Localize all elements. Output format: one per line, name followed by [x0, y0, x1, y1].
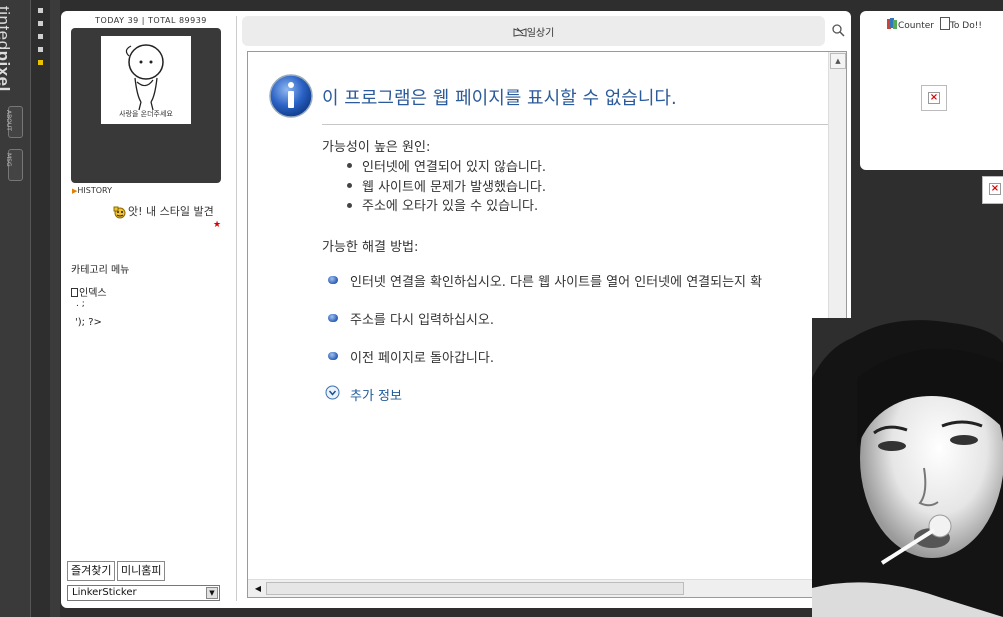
vertical-nav: tintedpixel ABOUT MSG [0, 0, 31, 617]
logo-text-bold: pixel [0, 50, 13, 92]
nav-dot-active[interactable] [38, 60, 43, 65]
nav-tab-about-label: ABOUT [5, 110, 12, 131]
right-widget: Counter To Do!! × [860, 11, 1003, 170]
column-divider [236, 16, 237, 601]
todo-link[interactable]: To Do!! [950, 21, 982, 31]
profile-drawing: 사랑을 온더주세요 [119, 44, 173, 118]
error-page: 이 프로그램은 웹 페이지를 표시할 수 없습니다. 가능성이 높은 원인: 인… [248, 52, 828, 580]
history-link[interactable]: ▶HISTORY [72, 186, 112, 195]
profile-caption: 사랑을 온더주세요 [119, 109, 173, 118]
solutions-heading: 가능한 해결 방법: [322, 240, 419, 255]
sticker-select[interactable]: LinkerSticker ▼ [67, 585, 220, 601]
nav-dot[interactable] [38, 47, 43, 52]
left-sidebar: TODAY 39 | TOTAL 89939 사랑을 온더주세요 ▶HISTOR… [61, 11, 236, 608]
solution-item: 주소를 다시 입력하십시오. [350, 313, 494, 328]
star-icon: ★ [213, 220, 222, 230]
counter-link[interactable]: Counter [898, 21, 934, 31]
site-logo[interactable]: tintedpixel [0, 6, 13, 92]
counter-icon [886, 17, 898, 30]
visitor-counter: TODAY 39 | TOTAL 89939 [95, 16, 207, 25]
mood-status: 앗! 내 스타일 발견 [113, 203, 214, 219]
favorites-button[interactable]: 즐겨찾기 [67, 561, 116, 581]
error-frame: 이 프로그램은 웹 페이지를 표시할 수 없습니다. 가능성이 높은 원인: 인… [247, 51, 847, 598]
sticker-select-value: LinkerSticker [72, 587, 137, 598]
nav-dot[interactable] [38, 21, 43, 26]
logo-text-light: tinted [0, 6, 13, 51]
category-text: . ; [76, 299, 85, 309]
emoticon-icon [113, 206, 128, 219]
error-title: 이 프로그램은 웹 페이지를 표시할 수 없습니다. [322, 88, 677, 109]
broken-image-icon: × [921, 85, 947, 111]
dropdown-arrow-icon[interactable]: ▼ [206, 587, 218, 599]
profile-photo [812, 318, 1003, 617]
category-item-index[interactable]: 인덱스 [71, 284, 107, 299]
side-strip [50, 0, 60, 617]
search-icon[interactable] [831, 22, 845, 37]
scrollbar-thumb[interactable] [266, 582, 684, 595]
blue-bullet-icon [328, 314, 338, 322]
scroll-left-arrow-icon[interactable]: ◀ [250, 581, 266, 597]
blue-bullet-icon [328, 352, 338, 360]
bullet-icon [347, 163, 352, 168]
solution-item: 인터넷 연결을 확인하십시오. 다른 웹 사이트를 열어 인터넷에 연결되는지 … [350, 275, 763, 290]
broken-image-icon: × [982, 176, 1003, 204]
solution-item: 이전 페이지로 돌아갑니다. [350, 351, 494, 366]
nav-dot[interactable] [38, 34, 43, 39]
minihompy-button[interactable]: 미니홈피 [117, 561, 166, 581]
main-panel: TODAY 39 | TOTAL 89939 사랑을 온더주세요 ▶HISTOR… [61, 11, 851, 608]
cause-item: 주소에 오타가 있을 수 있습니다. [362, 199, 539, 214]
widget-links: Counter To Do!! [886, 17, 982, 31]
more-info-link[interactable]: 추가 정보 [350, 385, 402, 404]
nav-tab-msg-label: MSG [5, 153, 12, 167]
scroll-up-arrow-icon[interactable]: ▲ [830, 53, 846, 69]
cause-item: 인터넷에 연결되어 있지 않습니다. [362, 160, 546, 175]
category-index-label: 인덱스 [79, 288, 107, 299]
diary-header: 일상기 [242, 16, 825, 46]
mood-text: 앗! 내 스타일 발견 [128, 205, 214, 218]
category-title: 카테고리 메뉴 [71, 265, 130, 276]
diary-title-text: 일상기 [526, 28, 555, 39]
error-divider [322, 124, 828, 125]
history-label: HISTORY [77, 186, 112, 195]
nav-dots [38, 8, 44, 73]
document-icon [71, 288, 78, 297]
category-text: '); ?> [75, 317, 102, 328]
blue-bullet-icon [328, 276, 338, 284]
nav-dot[interactable] [38, 8, 43, 13]
horizontal-scrollbar[interactable]: ◀ ▶ [248, 579, 828, 597]
info-icon [268, 73, 314, 119]
diary-title[interactable]: 일상기 [242, 24, 825, 39]
document-icon [939, 17, 950, 30]
bullet-icon [347, 203, 352, 208]
pencil-book-icon [513, 27, 527, 37]
profile-image: 사랑을 온더주세요 [101, 36, 191, 124]
nav-tab-msg[interactable]: MSG [5, 149, 23, 181]
bullet-icon [347, 183, 352, 188]
cause-item: 웹 사이트에 문제가 발생했습니다. [362, 180, 546, 195]
causes-heading: 가능성이 높은 원인: [322, 140, 431, 155]
nav-tab-about[interactable]: ABOUT [5, 106, 23, 138]
expand-down-icon[interactable] [325, 385, 340, 400]
profile-box: 사랑을 온더주세요 [71, 28, 221, 183]
